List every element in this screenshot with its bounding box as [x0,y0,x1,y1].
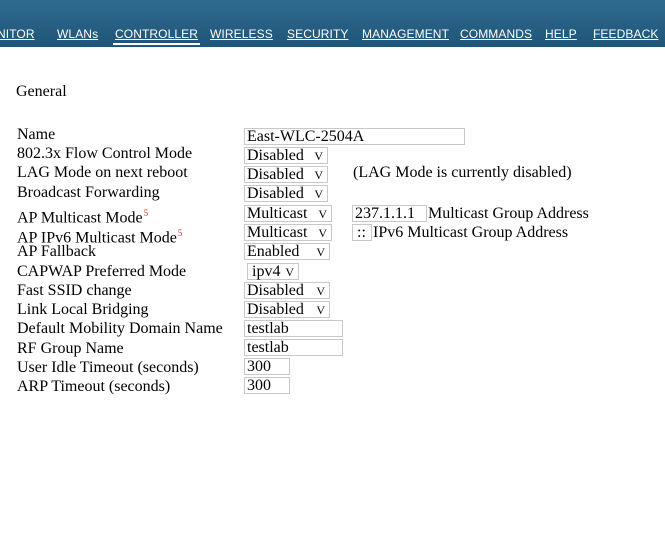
section-title: General [16,83,67,100]
broadcast-forwarding-label: Broadcast Forwarding [17,184,160,201]
capwap-mode-label: CAPWAP Preferred Mode [17,263,187,280]
chevron-down-icon: V [316,245,325,259]
chevron-down-icon: V [318,226,327,240]
link-local-bridging-select[interactable]: Disabled V [244,301,330,318]
nav-commands[interactable]: COMMANDS [460,27,532,41]
nav-wlans[interactable]: WLANs [57,27,98,41]
multicast-group-address-input[interactable]: 237.1.1.1 [352,205,427,222]
link-local-bridging-label: Link Local Bridging [17,301,149,318]
footnote-marker: 5 [143,208,149,218]
chevron-down-icon: V [318,207,327,221]
nav-help[interactable]: HELP [545,27,577,41]
ap-ipv6-multicast-select[interactable]: Multicast V [244,224,332,241]
idle-timeout-label: User Idle Timeout (seconds) [17,359,199,376]
broadcast-forwarding-select[interactable]: Disabled V [244,185,328,202]
rf-group-input[interactable]: testlab [244,339,343,356]
arp-timeout-label: ARP Timeout (seconds) [17,378,171,395]
mobility-domain-label: Default Mobility Domain Name [17,320,223,337]
capwap-mode-select[interactable]: ipv4 V [247,263,299,280]
chevron-down-icon: V [316,284,325,298]
chevron-down-icon: V [314,168,323,182]
nav-feedback[interactable]: FEEDBACK [593,27,658,41]
chevron-down-icon: V [314,187,323,201]
fast-ssid-select[interactable]: Disabled V [244,282,330,299]
nav-controller[interactable]: CONTROLLER [112,27,201,45]
footnote-marker: 5 [177,228,183,238]
name-label: Name [17,126,56,143]
ap-multicast-select[interactable]: Multicast V [244,205,332,222]
lag-mode-label: LAG Mode on next reboot [17,164,188,181]
arp-timeout-input[interactable]: 300 [244,377,290,394]
lag-status-note: (LAG Mode is currently disabled) [353,164,572,181]
ap-fallback-select[interactable]: Enabled V [244,243,330,260]
ap-fallback-label: AP Fallback [17,243,96,260]
ipv6-multicast-group-address-label: IPv6 Multicast Group Address [373,224,569,241]
name-input[interactable]: East-WLC-2504A [244,128,465,145]
chevron-down-icon: V [285,265,294,279]
chevron-down-icon: V [316,303,325,317]
mobility-domain-input[interactable]: testlab [244,320,343,337]
idle-timeout-input[interactable]: 300 [244,358,290,375]
nav-wireless[interactable]: WIRELESS [210,27,273,41]
top-navbar: NITOR WLANs CONTROLLER WIRELESS SECURITY… [0,0,665,47]
rf-group-label: RF Group Name [17,340,124,357]
nav-management[interactable]: MANAGEMENT [362,27,449,41]
nav-security[interactable]: SECURITY [287,27,348,41]
flow-control-label: 802.3x Flow Control Mode [17,145,193,162]
fast-ssid-label: Fast SSID change [17,282,132,299]
multicast-group-address-label: Multicast Group Address [428,205,589,222]
ipv6-multicast-group-address-input[interactable]: :: [352,224,372,241]
nav-monitor[interactable]: NITOR [0,27,35,41]
lag-mode-select[interactable]: Disabled V [244,166,328,183]
flow-control-select[interactable]: Disabled V [244,147,328,164]
chevron-down-icon: V [314,149,323,163]
